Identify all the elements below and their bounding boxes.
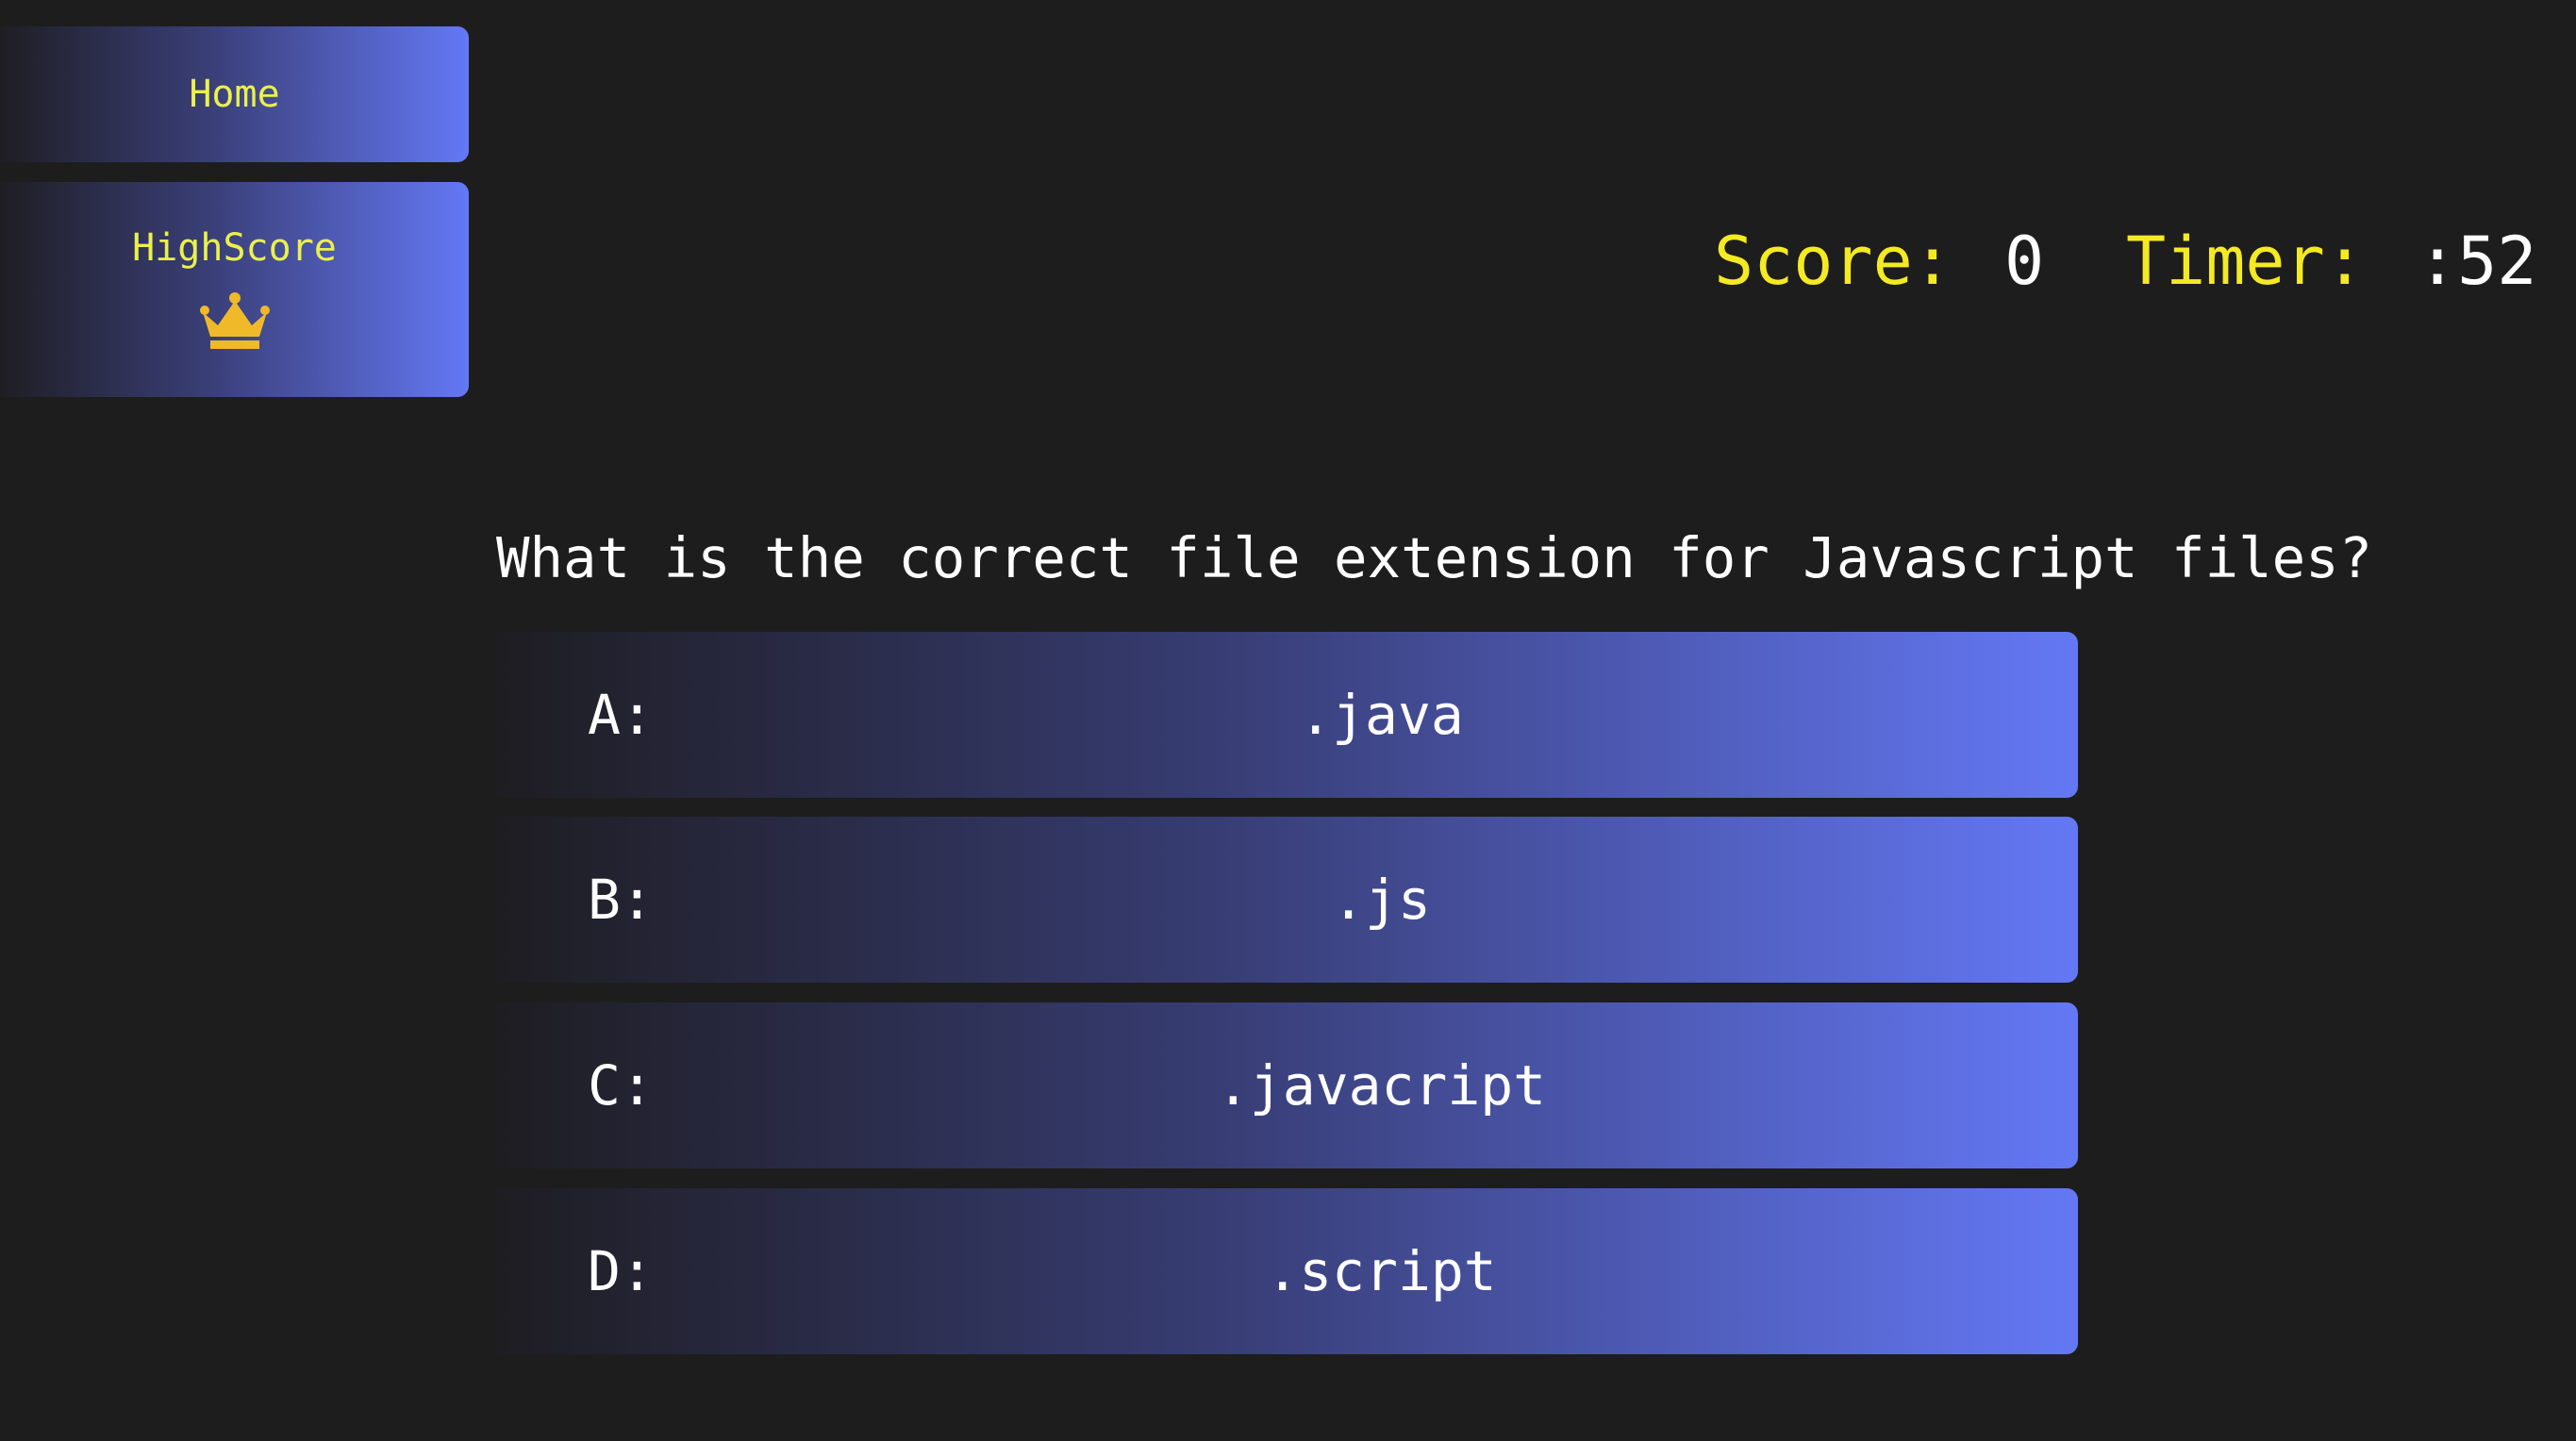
answer-text: .script	[1266, 1239, 1497, 1303]
timer-value: :52	[2418, 223, 2537, 300]
answer-button-a[interactable]: A: .java	[496, 632, 2078, 798]
answer-text: .js	[1332, 868, 1431, 932]
timer-label: Timer:	[2126, 223, 2365, 300]
answer-letter: D:	[588, 1239, 654, 1303]
answer-button-c[interactable]: C: .javacript	[496, 1002, 2078, 1168]
score-label: Score:	[1714, 223, 1953, 300]
answer-letter: A:	[588, 683, 654, 747]
highscore-label: HighScore	[132, 226, 337, 270]
home-button[interactable]: Home	[0, 26, 469, 162]
answer-button-b[interactable]: B: .js	[496, 817, 2078, 983]
score-value: 0	[2004, 223, 2045, 300]
answer-text: .javacript	[1216, 1053, 1547, 1118]
answer-button-d[interactable]: D: .script	[496, 1188, 2078, 1354]
answer-text: .java	[1299, 683, 1464, 747]
highscore-button[interactable]: HighScore	[0, 182, 469, 397]
answer-letter: B:	[588, 868, 654, 932]
answer-letter: C:	[588, 1053, 654, 1118]
crown-icon	[199, 292, 270, 349]
question-text: What is the correct file extension for J…	[496, 525, 2373, 590]
